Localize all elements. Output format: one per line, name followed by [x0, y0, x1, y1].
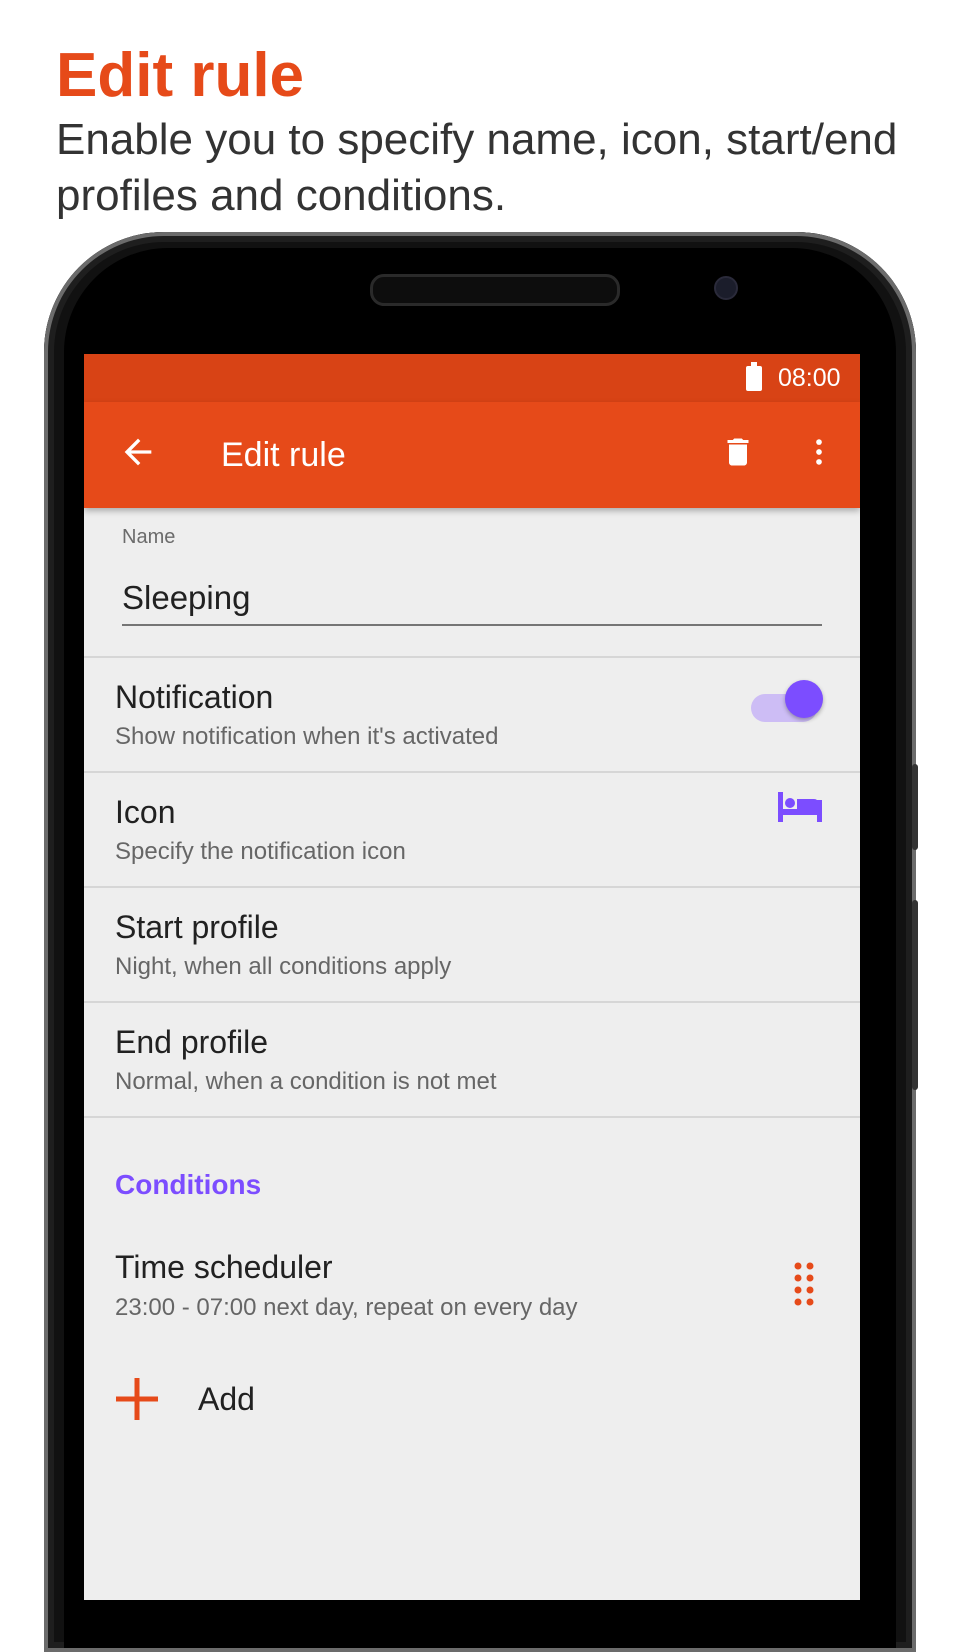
notification-subtitle: Show notification when it's activated: [115, 723, 499, 750]
conditions-header: Conditions: [115, 1169, 262, 1200]
start-profile-setting[interactable]: Start profile Night, when all conditions…: [84, 888, 860, 1001]
drag-handle-icon[interactable]: [792, 1260, 816, 1308]
battery-full-icon: [746, 362, 762, 391]
speaker-grille: [370, 274, 620, 306]
bed-icon[interactable]: [778, 792, 822, 822]
power-button: [912, 900, 918, 1090]
name-field[interactable]: [122, 572, 822, 626]
condition-subtitle: 23:00 - 07:00 next day, repeat on every …: [115, 1294, 578, 1321]
status-time: 08:00: [778, 364, 841, 392]
start-profile-subtitle: Night, when all conditions apply: [115, 953, 452, 980]
condition-item[interactable]: Time scheduler 23:00 - 07:00 next day, r…: [84, 1230, 860, 1330]
arrow-back-icon[interactable]: [118, 432, 158, 472]
divider: [84, 1116, 860, 1118]
add-condition-button[interactable]: Add: [84, 1364, 860, 1434]
app-bar-title: Edit rule: [221, 436, 346, 474]
notification-toggle[interactable]: [785, 680, 823, 718]
start-profile-title: Start profile: [115, 909, 279, 945]
condition-title: Time scheduler: [115, 1249, 333, 1285]
app-screen: 08:00 Edit rule Name Notification Show n…: [84, 354, 860, 1600]
plus-icon: [116, 1378, 158, 1420]
notification-title: Notification: [115, 679, 274, 715]
end-profile-subtitle: Normal, when a condition is not met: [115, 1068, 497, 1095]
more-vert-icon[interactable]: [802, 432, 836, 472]
end-profile-title: End profile: [115, 1024, 268, 1060]
trash-icon[interactable]: [720, 432, 756, 472]
icon-setting-subtitle: Specify the notification icon: [115, 838, 406, 865]
promo-title: Edit rule: [56, 41, 305, 110]
volume-button: [912, 764, 918, 850]
add-label: Add: [198, 1381, 255, 1417]
name-field-label: Name: [122, 526, 176, 548]
icon-setting-title: Icon: [115, 794, 176, 830]
end-profile-setting[interactable]: End profile Normal, when a condition is …: [84, 1003, 860, 1116]
promo-subtitle: Enable you to specify name, icon, start/…: [56, 115, 898, 220]
front-camera: [714, 276, 738, 300]
app-bar: Edit rule: [84, 402, 860, 508]
notification-setting[interactable]: Notification Show notification when it's…: [84, 658, 860, 771]
status-bar: 08:00: [84, 354, 860, 402]
icon-setting[interactable]: Icon Specify the notification icon: [84, 773, 860, 886]
